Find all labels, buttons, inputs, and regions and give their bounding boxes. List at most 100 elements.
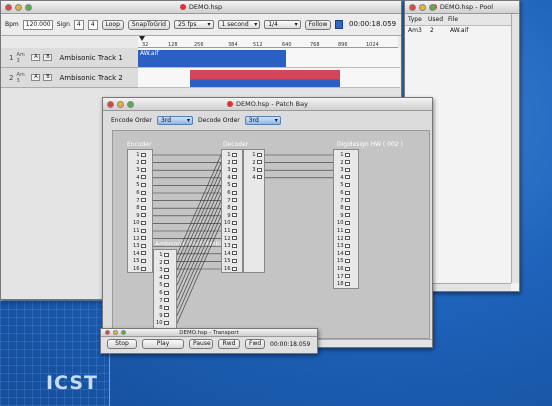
close-button[interactable] <box>105 330 110 335</box>
zoom-button[interactable] <box>121 330 126 335</box>
hw-output-port[interactable]: 2 <box>337 160 350 166</box>
track-button-a[interactable]: A <box>31 54 41 61</box>
rewind-button[interactable]: Rwd <box>218 339 240 349</box>
hw-output-port[interactable]: 7 <box>337 198 350 204</box>
hw-output-port[interactable]: 18 <box>337 281 350 287</box>
decoder-input-port[interactable]: 3 <box>224 167 237 173</box>
pause-button[interactable]: Pause <box>189 339 213 349</box>
encoder-port[interactable]: 3 <box>133 167 146 173</box>
ambisonic-port[interactable]: 2 <box>156 260 169 266</box>
ambisonic-port[interactable]: 4 <box>156 275 169 281</box>
decoder-input-port[interactable]: 13 <box>224 243 237 249</box>
encoder-port[interactable]: 14 <box>133 251 146 257</box>
audio-clip[interactable]: AW.aif <box>138 50 286 67</box>
ambisonic-port[interactable]: 1 <box>156 252 169 258</box>
encoder-port[interactable]: 5 <box>133 182 146 188</box>
decoder-output-port[interactable]: 3 <box>249 167 262 173</box>
decoder-input-port[interactable]: 11 <box>224 228 237 234</box>
minimize-button[interactable] <box>117 101 124 108</box>
decoder-input-port[interactable]: 12 <box>224 236 237 242</box>
encoder-port[interactable]: 16 <box>133 266 146 272</box>
decoder-output-port[interactable]: 4 <box>249 175 262 181</box>
hw-output-port[interactable]: 11 <box>337 228 350 234</box>
decoder-input-port[interactable]: 16 <box>224 266 237 272</box>
encoder-port[interactable]: 7 <box>133 198 146 204</box>
hw-output-port[interactable]: 1 <box>337 152 350 158</box>
hw-output-port[interactable]: 16 <box>337 266 350 272</box>
hw-output-port[interactable]: 9 <box>337 213 350 219</box>
hw-output-port[interactable]: 3 <box>337 167 350 173</box>
track-header-2[interactable]: 2 Am 3 A B Ambisonic Track 2 <box>1 68 138 88</box>
ambisonic-port[interactable]: 5 <box>156 282 169 288</box>
encoder-port[interactable]: 8 <box>133 205 146 211</box>
decoder-input-port[interactable]: 4 <box>224 175 237 181</box>
sign-denominator-input[interactable]: 4 <box>87 19 98 30</box>
hw-output-port[interactable]: 14 <box>337 251 350 257</box>
ambisonic-port[interactable]: 6 <box>156 290 169 296</box>
encoder-port[interactable]: 15 <box>133 258 146 264</box>
track-header-1[interactable]: 1 Am 3 A B Ambisonic Track 1 <box>1 48 138 68</box>
snap-to-grid-button[interactable]: SnapToGrid <box>127 19 170 30</box>
decoder-input-port[interactable]: 15 <box>224 258 237 264</box>
hw-output-port[interactable]: 5 <box>337 182 350 188</box>
encode-order-select[interactable]: 3rd <box>157 115 194 125</box>
arrange-titlebar[interactable]: DEMO.hsp <box>1 1 401 14</box>
decoder-input-port[interactable]: 1 <box>224 152 237 158</box>
ambisonic-port[interactable]: 8 <box>156 305 169 311</box>
timeline-ruler[interactable]: 32 128 256 384 512 640 768 896 1024 <box>138 36 398 48</box>
decoder-input-port[interactable]: 14 <box>224 251 237 257</box>
vertical-scrollbar[interactable] <box>511 14 519 283</box>
transport-titlebar[interactable]: DEMO.hsp - Transport <box>101 329 317 337</box>
encoder-port[interactable]: 10 <box>133 220 146 226</box>
pool-titlebar[interactable]: DEMO.hsp - Pool <box>405 1 519 14</box>
encoder-port[interactable]: 6 <box>133 190 146 196</box>
sign-numerator-input[interactable]: 4 <box>73 19 84 30</box>
zoom-button[interactable] <box>127 101 134 108</box>
close-button[interactable] <box>107 101 114 108</box>
track-button-b[interactable]: B <box>43 54 53 61</box>
track-name[interactable]: Ambisonic Track 1 <box>59 54 122 62</box>
decoder-input-port[interactable]: 6 <box>224 190 237 196</box>
encoder-port[interactable]: 1 <box>133 152 146 158</box>
zoom-button[interactable] <box>429 4 436 11</box>
track-lane-1[interactable]: AW.aif <box>138 48 400 68</box>
ambisonic-port[interactable]: 10 <box>156 320 169 326</box>
minimize-button[interactable] <box>419 4 426 11</box>
hw-output-port[interactable]: 8 <box>337 205 350 211</box>
hw-output-port[interactable]: 4 <box>337 175 350 181</box>
hw-output-port[interactable]: 10 <box>337 220 350 226</box>
encoder-port[interactable]: 12 <box>133 236 146 242</box>
hw-output-port[interactable]: 15 <box>337 258 350 264</box>
stop-button[interactable]: Stop <box>107 339 137 349</box>
column-header[interactable]: Type <box>408 16 422 23</box>
zoom-button[interactable] <box>25 4 32 11</box>
hw-output-port[interactable]: 13 <box>337 243 350 249</box>
decoder-input-port[interactable]: 10 <box>224 220 237 226</box>
grid-select[interactable]: 1 second <box>217 20 261 29</box>
loop-button[interactable]: Loop <box>101 19 124 30</box>
encoder-port[interactable]: 11 <box>133 228 146 234</box>
ambisonic-port[interactable]: 9 <box>156 313 169 319</box>
decoder-input-port[interactable]: 9 <box>224 213 237 219</box>
close-button[interactable] <box>409 4 416 11</box>
decoder-output-port[interactable]: 1 <box>249 152 262 158</box>
pool-row[interactable]: Am3 2 AW.aif <box>405 26 519 35</box>
decoder-input-port[interactable]: 2 <box>224 160 237 166</box>
hw-output-port[interactable]: 17 <box>337 274 350 280</box>
track-lane-2[interactable] <box>138 68 400 88</box>
ambisonic-port[interactable]: 3 <box>156 267 169 273</box>
column-header[interactable]: Used <box>428 16 443 23</box>
audio-clip[interactable] <box>190 70 340 87</box>
track-button-a[interactable]: A <box>31 74 41 81</box>
column-header[interactable]: File <box>448 16 458 23</box>
decoder-input-port[interactable]: 7 <box>224 198 237 204</box>
minimize-button[interactable] <box>113 330 118 335</box>
track-button-b[interactable]: B <box>43 74 53 81</box>
encoder-port[interactable]: 9 <box>133 213 146 219</box>
playhead-marker[interactable] <box>139 36 145 41</box>
forward-button[interactable]: Fwd <box>245 339 265 349</box>
ambisonic-port[interactable]: 7 <box>156 298 169 304</box>
decoder-output-port[interactable]: 2 <box>249 160 262 166</box>
encoder-port[interactable]: 2 <box>133 160 146 166</box>
encoder-port[interactable]: 13 <box>133 243 146 249</box>
